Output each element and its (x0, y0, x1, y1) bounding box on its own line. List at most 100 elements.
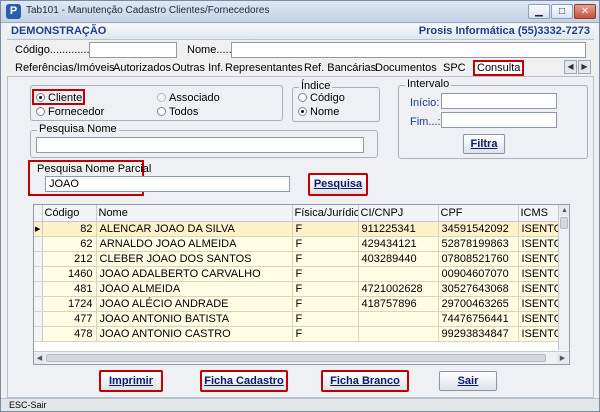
horizontal-scroll-thumb[interactable] (46, 354, 546, 362)
cell-cpf[interactable]: 74476756441 (438, 311, 519, 327)
cell-codigo[interactable]: 1724 (42, 296, 97, 312)
cell-ci[interactable]: 4721002628 (358, 281, 439, 297)
table-row[interactable]: 478 JOAO ANTONIO CASTRO F 99293834847 IS… (34, 326, 559, 342)
cell-nome[interactable]: ARNALDO JOAO ALMEIDA (96, 236, 293, 252)
table-row[interactable]: 1460 JOAO ADALBERTO CARVALHO F 009046070… (34, 266, 559, 282)
cell-tipo[interactable]: F (292, 236, 359, 252)
results-grid[interactable]: Código Nome Física/Jurídica CI/CNPJ CPF … (33, 204, 570, 365)
tab-left-icon[interactable]: ◀ (564, 60, 577, 74)
cell-tipo[interactable]: F (292, 266, 359, 282)
cell-icms[interactable]: ISENTO (518, 281, 559, 297)
cell-icms[interactable]: ISENTO (518, 266, 559, 282)
cell-tipo[interactable]: F (292, 326, 359, 342)
cell-icms[interactable]: ISENTO (518, 221, 559, 237)
cell-cpf[interactable]: 52878199863 (438, 236, 519, 252)
cell-codigo[interactable]: 82 (42, 221, 97, 237)
pesquisa-button[interactable]: Pesquisa (308, 173, 368, 196)
radio-indice-codigo[interactable]: Código (298, 92, 345, 104)
tab-documentos[interactable]: Documentos (375, 62, 437, 74)
cell-ci[interactable]: 403289440 (358, 251, 439, 267)
vertical-scroll-thumb[interactable] (560, 217, 568, 229)
cell-cpf[interactable]: 00904607070 (438, 266, 519, 282)
cell-codigo[interactable]: 62 (42, 236, 97, 252)
cell-tipo[interactable]: F (292, 281, 359, 297)
close-icon[interactable]: ✕ (574, 4, 596, 19)
cell-codigo[interactable]: 477 (42, 311, 97, 327)
col-fisica-juridica[interactable]: Física/Jurídica (292, 205, 359, 222)
radio-associado[interactable]: Associado (157, 92, 220, 104)
tab-autorizados[interactable]: Autorizados (113, 62, 171, 74)
pesquisa-nome-input[interactable] (36, 137, 364, 153)
cell-nome[interactable]: JOAO ANTONIO CASTRO (96, 326, 293, 342)
col-icms[interactable]: ICMS (518, 205, 559, 222)
scroll-left-icon[interactable]: ◀ (34, 353, 45, 364)
table-row[interactable]: 62 ARNALDO JOAO ALMEIDA F 429434121 5287… (34, 236, 559, 252)
cell-nome[interactable]: JOAO ALÉCIO ANDRADE (96, 296, 293, 312)
cell-tipo[interactable]: F (292, 311, 359, 327)
cell-cpf[interactable]: 99293834847 (438, 326, 519, 342)
cell-codigo[interactable]: 478 (42, 326, 97, 342)
tab-spc[interactable]: SPC (443, 62, 466, 74)
cell-codigo[interactable]: 1460 (42, 266, 97, 282)
sair-button[interactable]: Sair (439, 371, 497, 391)
inicio-input[interactable] (441, 93, 557, 109)
cell-icms[interactable]: ISENTO (518, 326, 559, 342)
col-codigo[interactable]: Código (42, 205, 97, 222)
cell-codigo[interactable]: 212 (42, 251, 97, 267)
tab-consulta[interactable]: Consulta (473, 60, 525, 76)
cell-ci[interactable] (358, 326, 439, 342)
filtra-button[interactable]: Filtra (463, 134, 505, 154)
cell-icms[interactable]: ISENTO (518, 236, 559, 252)
table-row[interactable]: 212 CLEBER JOAO DOS SANTOS F 403289440 0… (34, 251, 559, 267)
grid-vertical-scrollbar[interactable]: ▲ (558, 205, 569, 350)
table-row[interactable]: ▶ 82 ALENCAR JOAO DA SILVA F 911225341 3… (34, 221, 559, 237)
cell-codigo[interactable]: 481 (42, 281, 97, 297)
radio-fornecedor[interactable]: Fornecedor (36, 106, 104, 118)
cell-nome[interactable]: JOAO ADALBERTO CARVALHO (96, 266, 293, 282)
col-cpf[interactable]: CPF (438, 205, 519, 222)
cell-nome[interactable]: JOAO ANTONIO BATISTA (96, 311, 293, 327)
table-row[interactable]: 477 JOAO ANTONIO BATISTA F 74476756441 I… (34, 311, 559, 327)
cell-nome[interactable]: JOAO ALMEIDA (96, 281, 293, 297)
pesquisa-parcial-input[interactable]: JOAO (45, 176, 290, 192)
cell-icms[interactable]: ISENTO (518, 311, 559, 327)
tab-ref-bancarias[interactable]: Ref. Bancárias (304, 62, 376, 74)
nome-input[interactable] (231, 42, 586, 58)
cell-cpf[interactable]: 07808521760 (438, 251, 519, 267)
col-ci-cnpj[interactable]: CI/CNPJ (358, 205, 439, 222)
cell-icms[interactable]: ISENTO (518, 251, 559, 267)
radio-indice-nome[interactable]: Nome (298, 106, 339, 118)
cell-ci[interactable] (358, 311, 439, 327)
cell-ci[interactable] (358, 266, 439, 282)
table-row[interactable]: 481 JOAO ALMEIDA F 4721002628 3052764306… (34, 281, 559, 297)
codigo-input[interactable] (89, 42, 177, 58)
tab-outras-inf[interactable]: Outras Inf. (172, 62, 223, 74)
cell-tipo[interactable]: F (292, 221, 359, 237)
ficha-cadastro-button[interactable]: Ficha Cadastro (200, 370, 288, 392)
imprimir-button[interactable]: Imprimir (99, 370, 163, 392)
col-nome[interactable]: Nome (96, 205, 293, 222)
tab-right-icon[interactable]: ▶ (578, 60, 591, 74)
cell-nome[interactable]: ALENCAR JOAO DA SILVA (96, 221, 293, 237)
cell-icms[interactable]: ISENTO (518, 296, 559, 312)
cell-ci[interactable]: 429434121 (358, 236, 439, 252)
cell-ci[interactable]: 418757896 (358, 296, 439, 312)
scroll-right-icon[interactable]: ▶ (557, 353, 568, 364)
cell-tipo[interactable]: F (292, 251, 359, 267)
scroll-up-icon[interactable]: ▲ (559, 205, 569, 216)
tab-referencias[interactable]: Referências/Imóveis (15, 62, 115, 74)
tab-representantes[interactable]: Representantes (225, 62, 303, 74)
minimize-icon[interactable]: ▁ (528, 4, 550, 19)
fim-input[interactable] (441, 112, 557, 128)
ficha-branco-button[interactable]: Ficha Branco (321, 370, 409, 392)
grid-horizontal-scrollbar[interactable]: ◀ ▶ (34, 351, 569, 364)
maximize-icon[interactable]: □ (551, 4, 573, 19)
cell-cpf[interactable]: 30527643068 (438, 281, 519, 297)
cell-cpf[interactable]: 29700463265 (438, 296, 519, 312)
title-bar[interactable]: P Tab101 - Manutenção Cadastro Clientes/… (1, 1, 599, 23)
cell-cpf[interactable]: 34591542092 (438, 221, 519, 237)
table-row[interactable]: 1724 JOAO ALÉCIO ANDRADE F 418757896 297… (34, 296, 559, 312)
radio-todos[interactable]: Todos (157, 106, 198, 118)
cell-ci[interactable]: 911225341 (358, 221, 439, 237)
cell-nome[interactable]: CLEBER JOAO DOS SANTOS (96, 251, 293, 267)
